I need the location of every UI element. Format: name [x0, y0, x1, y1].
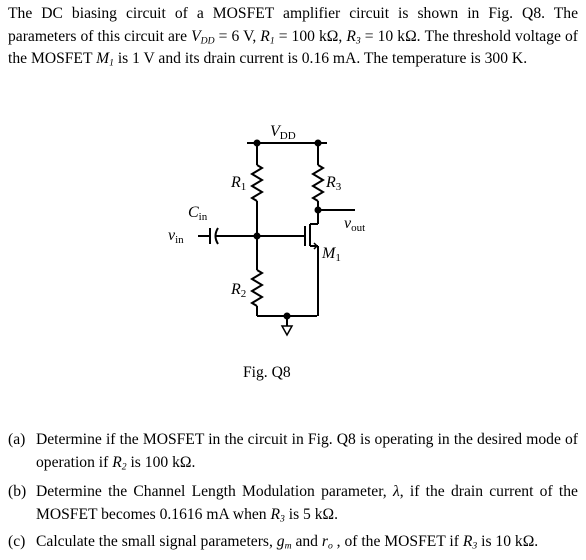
- text-run: is 100 kΩ.: [126, 454, 196, 471]
- text-run: is 10 kΩ.: [477, 533, 539, 550]
- text-run: is 5 kΩ.: [284, 506, 339, 523]
- text-run: Calculate the small signal parameters,: [36, 533, 277, 550]
- resistor-r3: [311, 164, 325, 202]
- text-run: and: [291, 533, 322, 550]
- label-r3: R3: [325, 174, 342, 193]
- question-b: (b) Determine the Channel Length Modulati…: [8, 480, 578, 526]
- question-label: (a): [8, 431, 26, 448]
- resistor-r1: [250, 164, 264, 202]
- text-run: = 100 kΩ,: [274, 27, 347, 45]
- math-symbol: DD: [200, 35, 215, 46]
- math-symbol: R: [112, 454, 122, 471]
- math-symbol: R: [270, 506, 281, 523]
- math-symbol: m: [284, 540, 292, 552]
- text-run: = 6 V,: [214, 27, 261, 45]
- math-symbol: R: [260, 27, 270, 45]
- label-vout: vout: [344, 215, 365, 234]
- label-m1: M1: [321, 245, 341, 264]
- resistor-r2: [250, 269, 264, 307]
- math-symbol: R: [346, 27, 356, 45]
- math-symbol: R: [462, 533, 473, 550]
- label-r2: R2: [230, 281, 246, 300]
- question-label: (b): [8, 483, 27, 500]
- question-label: (c): [8, 533, 26, 550]
- text-run: , of the MOSFET if: [332, 533, 463, 550]
- math-symbol: λ: [392, 483, 400, 500]
- label-r1: R1: [230, 174, 246, 193]
- text-run: Determine the Channel Length Modulation …: [36, 483, 393, 500]
- figure-caption: Fig. Q8: [243, 364, 291, 381]
- text-run: is 1 V and its drain current is 0.16 mA.…: [113, 50, 528, 68]
- math-symbol: M: [96, 50, 110, 68]
- label-vin: vin: [168, 227, 184, 246]
- ground-icon: [280, 325, 294, 337]
- circuit-diagram: VDD R1 R2 R3 Cin vin vout M1: [168, 123, 365, 337]
- label-vdd: VDD: [270, 123, 296, 142]
- problem-statement: The DC biasing circuit of a MOSFET ampli…: [8, 3, 578, 71]
- question-a: (a) Determine if the MOSFET in the circui…: [8, 428, 578, 474]
- question-c: (c) Calculate the small signal parameters…: [8, 530, 578, 553]
- math-symbol: g: [276, 533, 285, 550]
- math-symbol: V: [191, 27, 201, 45]
- label-cin: Cin: [188, 204, 208, 223]
